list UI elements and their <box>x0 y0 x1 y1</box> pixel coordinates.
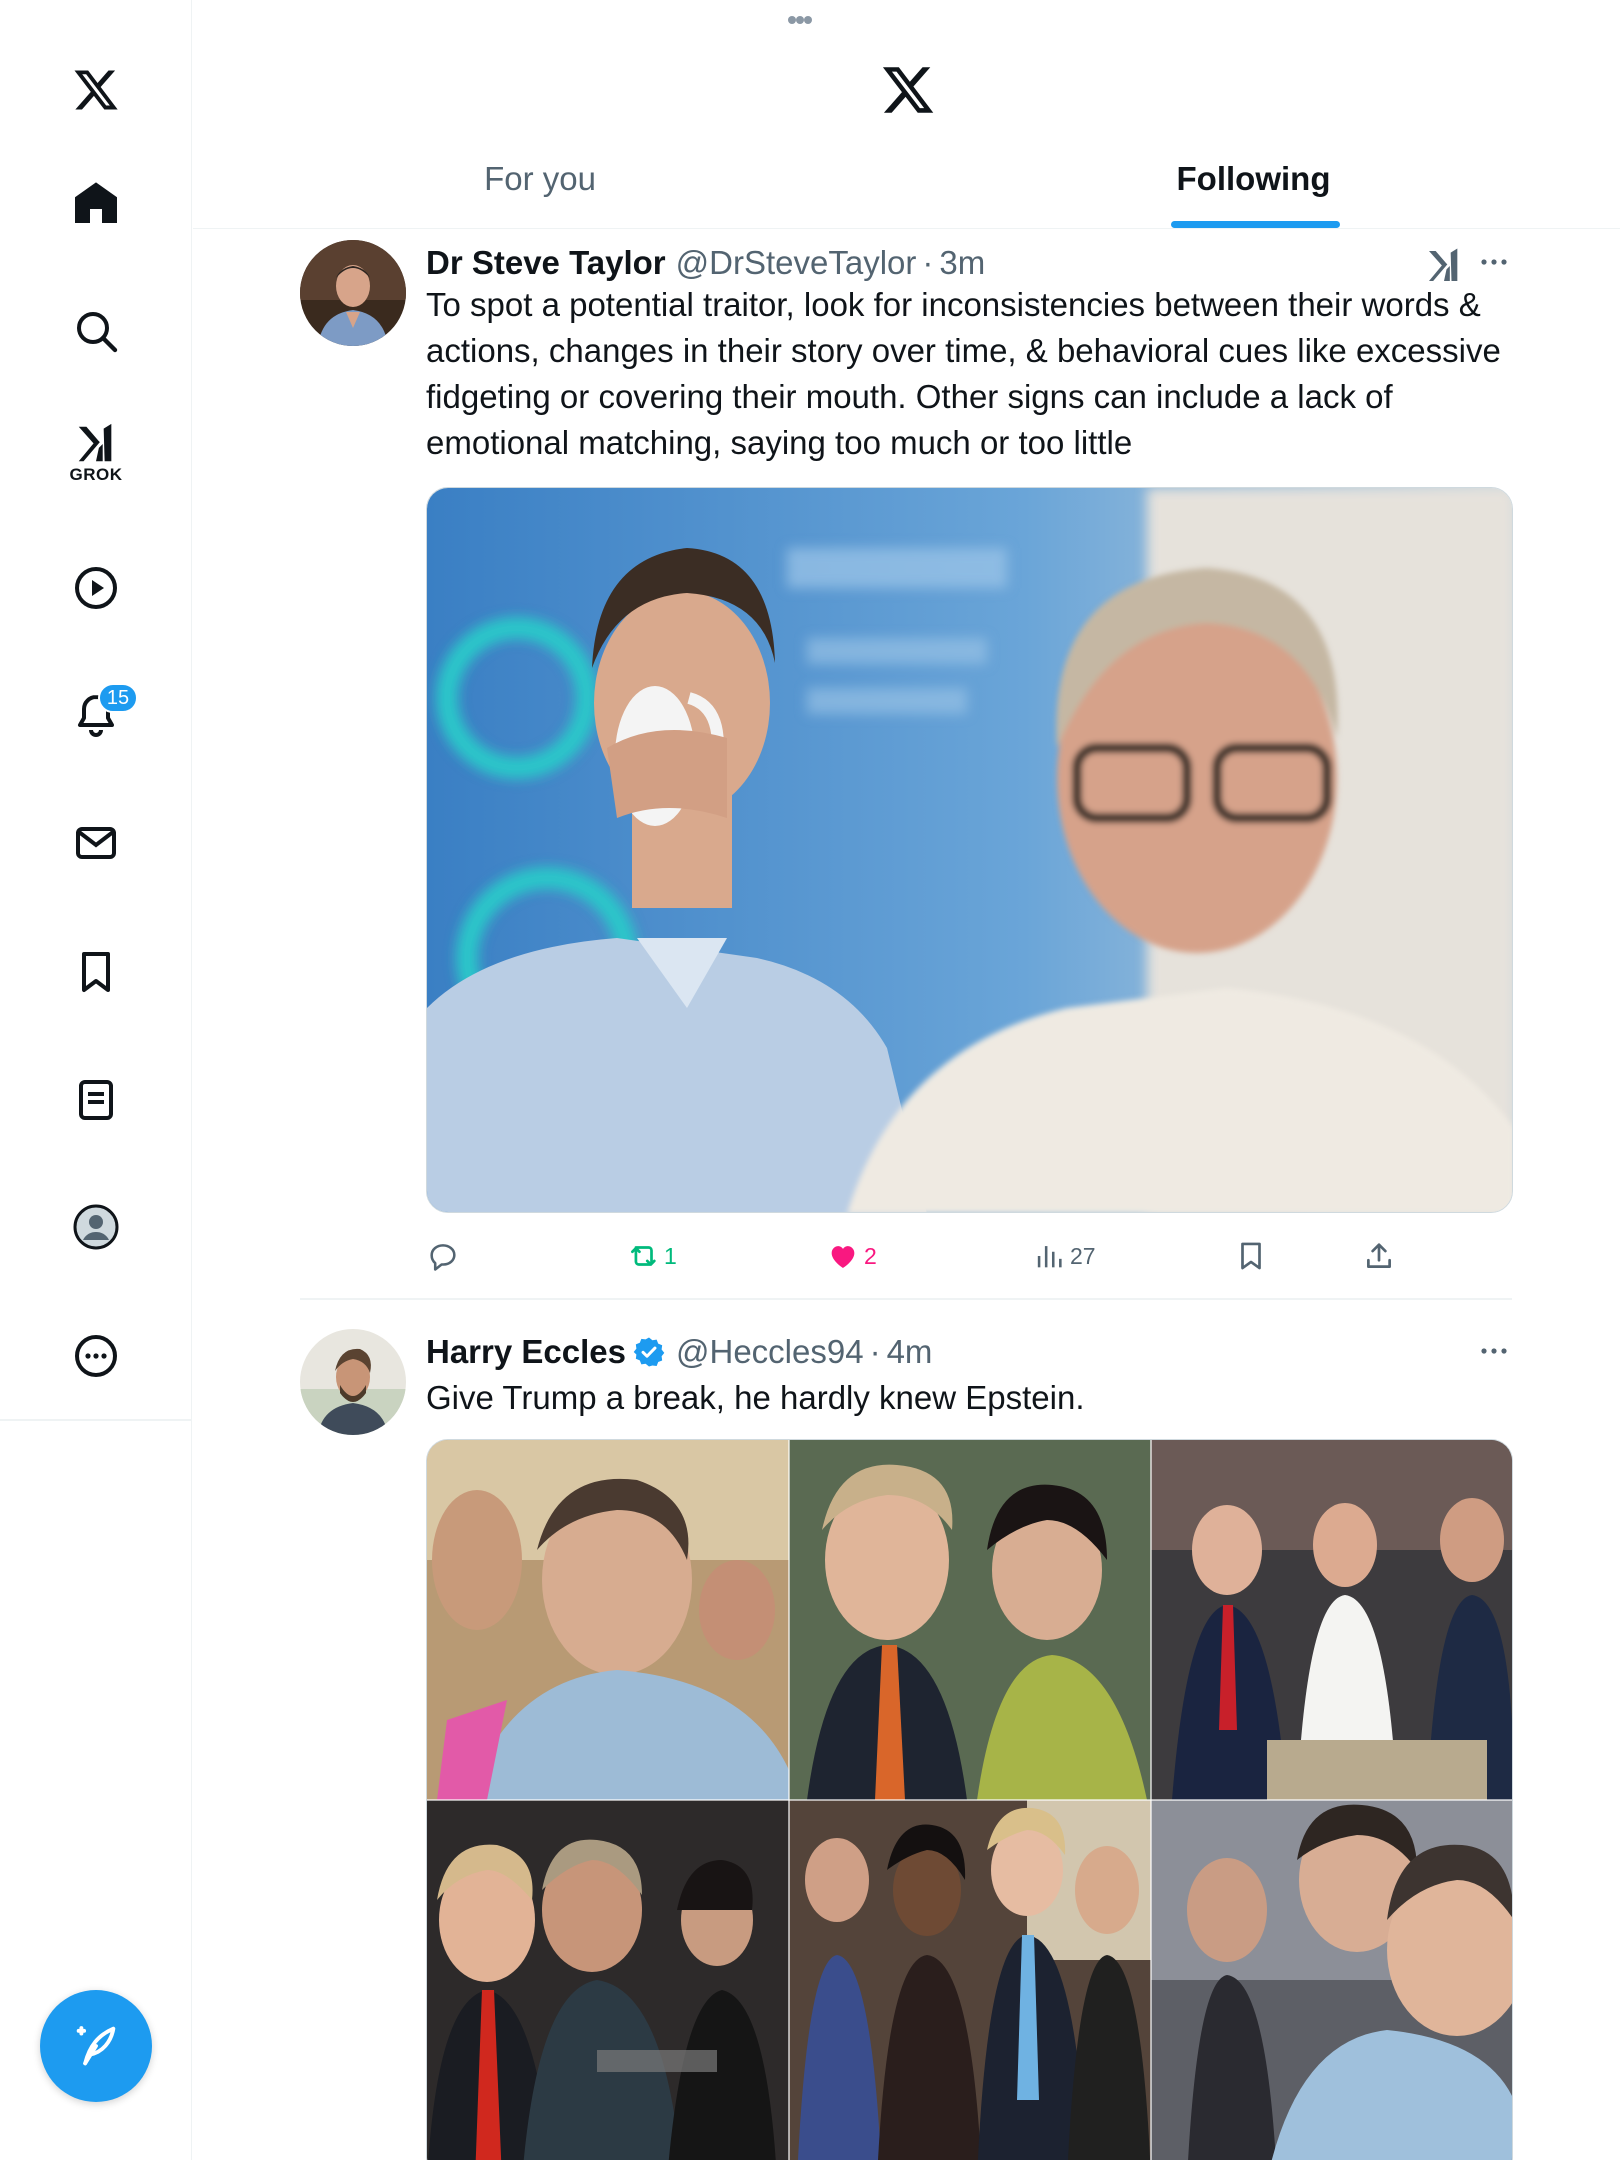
timestamp[interactable]: 3m <box>939 244 985 282</box>
messages-icon[interactable] <box>56 803 136 883</box>
tweet-header: Harry Eccles @Heccles94 · 4m <box>426 1329 932 1375</box>
more-options-icon[interactable] <box>1474 250 1514 274</box>
photo <box>427 488 1512 1212</box>
more-options-icon[interactable] <box>1474 1339 1514 1363</box>
share-button[interactable] <box>1362 1232 1396 1280</box>
repost-icon <box>631 1246 656 1266</box>
tweet-actions: 1 2 27 <box>426 1232 1426 1280</box>
avatar[interactable] <box>300 1329 406 1435</box>
reply-button[interactable] <box>426 1232 464 1280</box>
like-count: 2 <box>864 1242 877 1269</box>
tweet[interactable]: Harry Eccles @Heccles94 · 4m Give Trump … <box>300 1329 1514 2160</box>
compose-button[interactable] <box>40 1990 152 2102</box>
profile-icon[interactable] <box>56 1187 136 1267</box>
tweet-image[interactable] <box>426 487 1513 1213</box>
tweet-text: Give Trump a break, he hardly knew Epste… <box>426 1379 1085 1416</box>
bookmark-icon <box>1241 1242 1261 1270</box>
author-handle[interactable]: @Heccles94 <box>676 1333 864 1371</box>
lists-icon[interactable] <box>56 1060 136 1140</box>
heart-icon <box>831 1246 855 1269</box>
share-icon <box>1367 1243 1391 1268</box>
author-name[interactable]: Dr Steve Taylor <box>426 244 666 282</box>
verified-badge-icon[interactable] <box>632 1335 666 1369</box>
active-tab-indicator <box>1171 221 1340 228</box>
repost-count: 1 <box>664 1242 677 1269</box>
grok-label: GROK <box>69 465 123 484</box>
photo-collage <box>427 1440 1512 2160</box>
tweet-image[interactable] <box>426 1439 1513 2160</box>
bookmark-button[interactable] <box>1234 1232 1268 1280</box>
notifications-icon[interactable]: 15 <box>56 675 138 755</box>
video-icon[interactable] <box>56 548 136 628</box>
bookmarks-icon[interactable] <box>56 932 136 1012</box>
avatar[interactable] <box>300 240 406 346</box>
x-logo-icon[interactable] <box>56 50 136 130</box>
views-button[interactable]: 27 <box>1032 1232 1096 1280</box>
repost-button[interactable]: 1 <box>626 1232 677 1280</box>
home-icon[interactable] <box>56 163 136 243</box>
author-name[interactable]: Harry Eccles <box>426 1333 626 1371</box>
sidebar: GROK 15 <box>0 0 192 2160</box>
grok-icon[interactable]: GROK <box>56 413 136 493</box>
x-logo-icon <box>882 67 934 113</box>
author-handle[interactable]: @DrSteveTaylor <box>676 244 917 282</box>
search-icon[interactable] <box>56 291 136 371</box>
tab-following[interactable]: Following <box>887 160 1620 228</box>
tweet-header: Dr Steve Taylor @DrSteveTaylor · 3m <box>426 240 985 286</box>
tweet[interactable]: Dr Steve Taylor @DrSteveTaylor · 3m To s… <box>300 240 1514 1298</box>
like-button[interactable]: 2 <box>826 1232 877 1280</box>
tab-for-you[interactable]: For you <box>193 160 887 228</box>
timeline-header: For you Following <box>193 0 1620 229</box>
timestamp[interactable]: 4m <box>887 1333 933 1371</box>
separator: · <box>922 244 934 281</box>
views-count: 27 <box>1070 1242 1096 1269</box>
grok-icon[interactable] <box>1424 246 1464 286</box>
sidebar-divider <box>0 1419 192 1421</box>
tweet-divider <box>300 1298 1512 1300</box>
window-handle[interactable] <box>788 10 812 30</box>
more-icon[interactable] <box>56 1316 136 1396</box>
separator: · <box>869 1333 881 1370</box>
notifications-badge: 15 <box>98 683 138 713</box>
tweet-text: To spot a potential traitor, look for in… <box>426 286 1501 461</box>
views-icon <box>1037 1246 1062 1268</box>
compose-icon <box>76 2026 116 2066</box>
reply-icon <box>430 1244 456 1271</box>
